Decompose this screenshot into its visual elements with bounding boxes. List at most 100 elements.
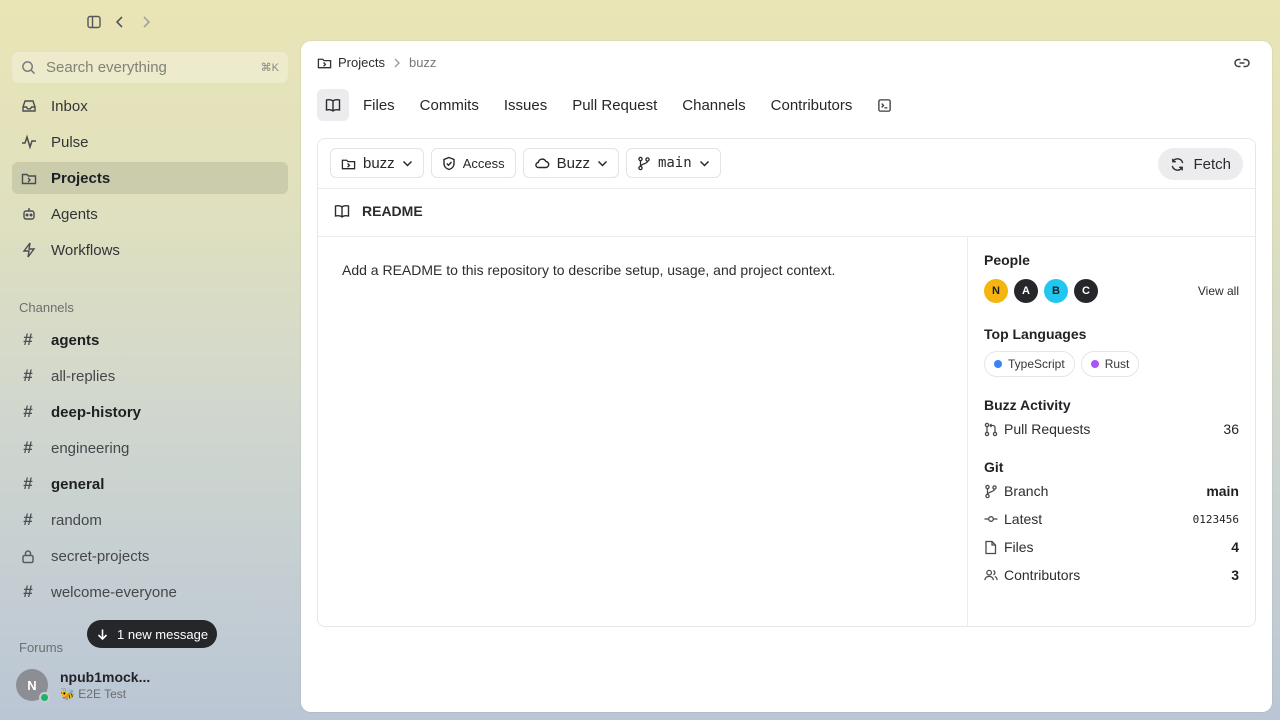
- search-placeholder: Search everything: [46, 59, 167, 76]
- channel-name: engineering: [51, 439, 130, 457]
- remote-select[interactable]: Buzz: [522, 148, 619, 178]
- fetch-button[interactable]: Fetch: [1158, 148, 1243, 180]
- view-all-link[interactable]: View all: [1198, 284, 1239, 298]
- channel-agents[interactable]: # agents: [12, 324, 288, 356]
- divider: [318, 236, 1255, 237]
- channel-name: agents: [51, 331, 100, 349]
- divider: [967, 236, 968, 626]
- cloud-icon: [534, 156, 550, 170]
- nav-item-label: Inbox: [51, 97, 88, 115]
- avatar[interactable]: C: [1074, 279, 1098, 303]
- files-label: Files: [1004, 539, 1034, 555]
- tab-contributors[interactable]: Contributors: [771, 97, 853, 114]
- channel-general[interactable]: # general: [12, 468, 288, 500]
- channels-label: Channels: [19, 300, 74, 315]
- channel-secret-projects[interactable]: secret-projects: [12, 540, 288, 572]
- avatar-initial: N: [27, 677, 37, 693]
- latest-commit-hash[interactable]: 0123456: [1193, 513, 1239, 526]
- refresh-icon: [1170, 157, 1185, 172]
- avatar[interactable]: A: [1014, 279, 1038, 303]
- latest-label: Latest: [1004, 511, 1043, 527]
- nav-item-agents[interactable]: Agents: [12, 198, 288, 230]
- language-badge: TypeScript: [984, 351, 1075, 377]
- tab-channels[interactable]: Channels: [682, 97, 745, 114]
- current-user[interactable]: N npub1mock... 🐝 E2E Test: [16, 669, 151, 703]
- channel-name: all-replies: [51, 367, 116, 385]
- arrow-down-icon: [96, 628, 109, 641]
- channel-engineering[interactable]: # engineering: [12, 432, 288, 464]
- terminal-icon[interactable]: [877, 98, 892, 113]
- pull-requests-label: Pull Requests: [1004, 421, 1091, 437]
- lock-icon: [20, 549, 36, 564]
- tab-readme[interactable]: [317, 89, 349, 121]
- channel-name: welcome-everyone: [51, 583, 177, 601]
- file-icon: [984, 540, 998, 555]
- channel-deep-history[interactable]: # deep-history: [12, 396, 288, 428]
- contributors-label: Contributors: [1004, 567, 1081, 583]
- nav-item-label: Agents: [51, 205, 98, 223]
- readme-body: Add a README to this repository to descr…: [342, 262, 836, 278]
- nav-item-workflows[interactable]: Workflows: [12, 234, 288, 266]
- repo-select-label: buzz: [363, 154, 395, 172]
- chevron-down-icon: [699, 158, 710, 169]
- channel-random[interactable]: # random: [12, 504, 288, 536]
- languages-title: Top Languages: [984, 326, 1087, 342]
- breadcrumb-current: buzz: [408, 55, 437, 70]
- toast-label: 1 new message: [117, 626, 209, 642]
- channel-list: # agents # all-replies # deep-history # …: [12, 324, 288, 612]
- remote-label: Buzz: [556, 154, 590, 172]
- hash-icon: #: [23, 582, 33, 601]
- access-button[interactable]: Access: [430, 148, 516, 178]
- users-icon: [984, 568, 998, 582]
- readme-header: README: [334, 203, 423, 219]
- nav-item-label: Workflows: [51, 241, 120, 259]
- tab-files[interactable]: Files: [363, 97, 395, 114]
- divider: [318, 188, 1255, 189]
- new-message-toast[interactable]: 1 new message: [87, 620, 218, 648]
- hash-icon: #: [23, 510, 33, 529]
- agents-icon: [20, 205, 38, 223]
- branch-select[interactable]: main: [625, 148, 721, 178]
- book-icon: [325, 97, 341, 113]
- nav-item-projects[interactable]: Projects: [12, 162, 288, 194]
- activity-title: Buzz Activity: [984, 397, 1071, 413]
- language-badge: Rust: [1080, 351, 1140, 377]
- languages-list: TypeScript Rust: [984, 351, 1239, 377]
- nav-item-label: Projects: [51, 169, 111, 187]
- inbox-icon: [20, 97, 38, 115]
- tab-issues[interactable]: Issues: [504, 97, 547, 114]
- repo-select[interactable]: buzz: [330, 148, 424, 178]
- nav-item-pulse[interactable]: Pulse: [12, 126, 288, 158]
- search-input[interactable]: Search everything ⌘K: [12, 52, 288, 83]
- book-icon: [334, 203, 350, 219]
- commit-icon: [984, 512, 998, 526]
- tab-commits[interactable]: Commits: [420, 97, 479, 114]
- language-name: Rust: [1104, 357, 1130, 371]
- channel-all-replies[interactable]: # all-replies: [12, 360, 288, 392]
- copy-link-icon[interactable]: [1234, 55, 1250, 71]
- nav-item-inbox[interactable]: Inbox: [12, 90, 288, 122]
- readme-title: README: [362, 203, 423, 219]
- repo-tabs: Files Commits Issues Pull Request Channe…: [317, 89, 892, 121]
- branch-label: Branch: [1004, 483, 1049, 499]
- breadcrumb-projects[interactable]: Projects: [338, 55, 385, 70]
- contributors-count: 3: [1231, 567, 1239, 583]
- pull-requests-count: 36: [1223, 421, 1239, 437]
- git-title: Git: [984, 459, 1004, 475]
- hash-icon: #: [23, 402, 33, 421]
- hash-icon: #: [23, 366, 33, 385]
- search-icon: [21, 60, 36, 75]
- repo-sidebar: People N A B C View all Top Languages Ty…: [984, 252, 1239, 589]
- avatar[interactable]: N: [984, 279, 1008, 303]
- channel-welcome-everyone[interactable]: # welcome-everyone: [12, 576, 288, 608]
- main-panel: Projects buzz Files Commits Issues Pull …: [301, 41, 1272, 712]
- chevron-down-icon: [597, 158, 608, 169]
- user-name: npub1mock...: [60, 669, 151, 685]
- pull-requests-row: Pull Requests 36: [984, 415, 1239, 443]
- avatar[interactable]: B: [1044, 279, 1068, 303]
- pulse-icon: [20, 133, 38, 151]
- hash-icon: #: [23, 438, 33, 457]
- language-color-dot: [994, 360, 1002, 368]
- tab-pull-request[interactable]: Pull Request: [572, 97, 657, 114]
- files-row: Files 4: [984, 533, 1239, 561]
